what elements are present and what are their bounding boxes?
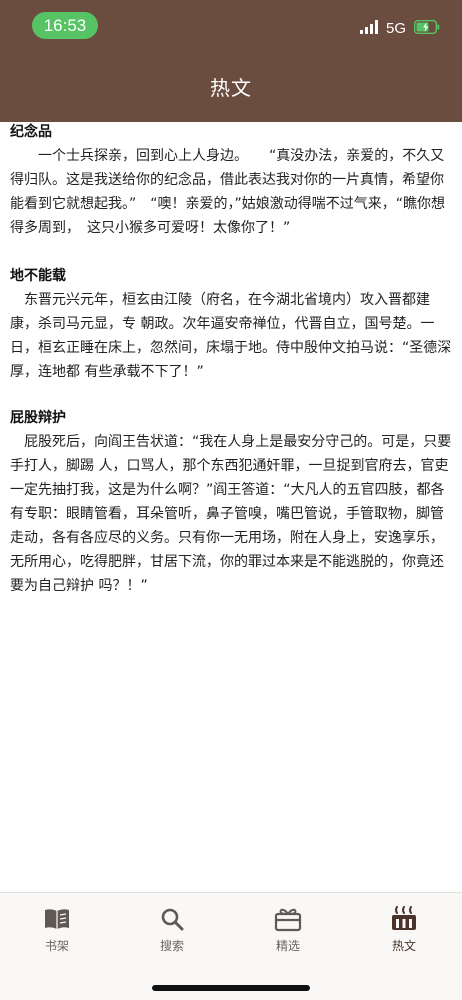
status-indicators: 5G	[359, 18, 440, 38]
article-title: 纪念品	[10, 124, 52, 140]
bottom-tab-bar: 书架 搜索 精选 热文	[0, 892, 462, 1000]
article-body: 东晋元兴元年，桓玄由江陵（府名，在今湖北省境内）攻入晋都建康，杀司马元显，专 朝…	[10, 292, 452, 380]
tab-hot[interactable]: 热文	[369, 905, 439, 954]
page-title: 热文	[210, 76, 252, 100]
search-icon	[137, 905, 207, 933]
article-item[interactable]: 纪念品 一个士兵探亲，回到心上人身边。 “真没办法，亲爱的，不久又得归队。这是我…	[10, 122, 452, 240]
article-title: 屁股辩护	[10, 410, 66, 426]
status-time: 16:53	[32, 12, 98, 39]
article-item[interactable]: 地不能载 东晋元兴元年，桓玄由江陵（府名，在今湖北省境内）攻入晋都建康，杀司马元…	[10, 266, 452, 384]
tab-label: 精选	[275, 939, 300, 953]
tab-featured[interactable]: 精选	[253, 905, 323, 954]
home-indicator	[152, 985, 310, 991]
article-title: 地不能载	[10, 268, 66, 284]
header-bar: 16:53 5G 热文	[0, 0, 462, 122]
tab-label: 书架	[44, 939, 69, 953]
book-icon	[22, 905, 92, 933]
article-item[interactable]: 屁股辩护 屁股死后，向阎王告状道：“我在人身上是最安分守己的。可是，只要手打人，…	[10, 408, 452, 598]
article-body: 一个士兵探亲，回到心上人身边。 “真没办法，亲爱的，不久又得归队。这是我送给你的…	[10, 148, 446, 236]
signal-icon	[359, 19, 380, 38]
app-screen: 16:53 5G 热文 纪念品 一个士兵探亲，回到心上人身边。 “真没办法，亲爱…	[0, 0, 462, 1000]
tab-label: 搜索	[159, 939, 184, 953]
hot-icon	[369, 905, 439, 933]
gift-icon	[253, 905, 323, 933]
article-body: 屁股死后，向阎王告状道：“我在人身上是最安分守己的。可是，只要手打人，脚踢 人，…	[10, 434, 452, 594]
battery-icon	[413, 19, 440, 38]
tab-bookshelf[interactable]: 书架	[22, 905, 92, 954]
network-type: 5G	[385, 19, 406, 37]
tab-search[interactable]: 搜索	[137, 905, 207, 954]
tab-label: 热文	[391, 939, 416, 953]
